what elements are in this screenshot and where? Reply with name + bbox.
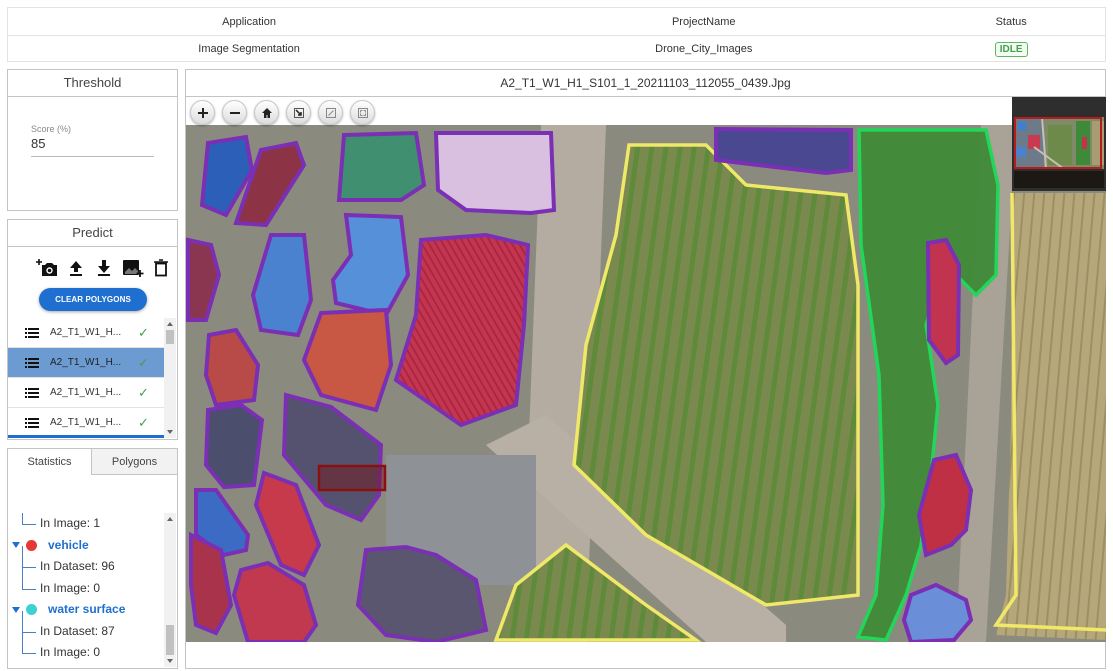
building-polygon[interactable] (925, 237, 962, 366)
check-icon: ✓ (138, 384, 149, 400)
check-icon: ✓ (138, 414, 149, 430)
file-name: A2_T1_W1_H... (50, 357, 122, 368)
image-viewer-panel: A2_T1_W1_H1_S101_1_20211103_112055_0439.… (185, 69, 1106, 669)
tab-polygons[interactable]: Polygons (92, 449, 177, 475)
add-image-icon[interactable] (122, 257, 144, 279)
stat-value-row: In Image: 0 (8, 632, 164, 664)
list-icon (25, 387, 39, 398)
predict-panel: Predict CLEAR POLYGONS A2_T1_W1_H... ✓ A2_… (7, 219, 178, 440)
file-name: A2_T1_W1_H... (50, 417, 122, 428)
zoom-out-icon[interactable] (222, 100, 247, 125)
category-color-dot (26, 539, 37, 551)
clear-polygons-button[interactable]: CLEAR POLYGONS (39, 288, 147, 311)
scroll-up-arrow[interactable] (167, 322, 173, 326)
delete-icon[interactable] (150, 257, 172, 279)
aerial-image (186, 125, 1106, 642)
category-color-dot (26, 604, 37, 616)
column-header-status: Status (995, 15, 1027, 28)
selected-object-box[interactable] (317, 464, 387, 492)
scrollbar-thumb[interactable] (166, 330, 174, 344)
add-photo-icon[interactable] (36, 257, 58, 279)
column-header-project-name: ProjectName (671, 15, 736, 28)
list-icon (25, 357, 39, 368)
score-label: Score (%) (31, 124, 72, 134)
file-list-scrollbar[interactable] (164, 318, 176, 438)
scrollbar-thumb[interactable] (166, 625, 174, 655)
navigator-minimap[interactable] (1012, 97, 1106, 191)
stat-value-row: In Image: 0 (8, 567, 164, 600)
scroll-down-arrow[interactable] (167, 659, 173, 663)
file-name: A2_T1_W1_H... (50, 387, 122, 398)
viewer-navigation (190, 100, 375, 125)
table-header-row: Application ProjectName Status (8, 8, 1105, 35)
stats-tabs: Statistics Polygons (8, 449, 177, 475)
download-icon[interactable] (93, 257, 115, 279)
stat-value-row: In Dataset: 87 (8, 610, 164, 643)
scroll-up-arrow[interactable] (167, 517, 173, 521)
stat-category-row[interactable]: water surface (8, 599, 164, 621)
predict-title: Predict (8, 220, 177, 247)
project-name-value: Drone_City_Images (655, 43, 753, 55)
segmentation-canvas[interactable] (186, 125, 1106, 642)
statistics-panel: Statistics Polygons In Image: 1 vehicle In… (7, 448, 178, 669)
file-list-item[interactable]: A2_T1_W1_H... ✓ (8, 378, 164, 408)
check-icon: ✓ (138, 354, 149, 370)
score-input-underline (31, 156, 154, 157)
stat-value-row: In Image: 1 (8, 513, 164, 535)
category-label: vehicle (48, 537, 89, 552)
column-header-application: Application (222, 15, 276, 28)
stats-scrollbar[interactable] (164, 513, 176, 667)
file-list-item[interactable]: A2_T1_W1_H... ✓ (8, 348, 164, 378)
stat-category-row[interactable]: vehicle (8, 535, 164, 557)
building-polygon[interactable] (203, 402, 265, 490)
category-label: water surface (48, 602, 126, 616)
fullpage-icon[interactable] (318, 100, 343, 125)
upload-icon[interactable] (65, 257, 87, 279)
building-polygon[interactable] (336, 130, 427, 202)
rotate-icon[interactable] (286, 100, 311, 125)
minimap-background (1014, 171, 1104, 188)
statistics-tree: In Image: 1 vehicle In Dataset: 96 In Image… (8, 513, 164, 667)
application-value: Image Segmentation (198, 43, 300, 55)
predict-toolbar (8, 257, 179, 279)
check-icon: ✓ (138, 324, 149, 340)
threshold-title: Threshold (8, 70, 177, 97)
image-file-list: A2_T1_W1_H... ✓ A2_T1_W1_H... ✓ A2_T1_W1_H..… (8, 318, 164, 435)
list-icon (25, 417, 39, 428)
stat-value-row: In Dataset: 96 (8, 546, 164, 578)
tab-statistics[interactable]: Statistics (8, 449, 93, 475)
expand-caret-icon[interactable] (12, 606, 20, 613)
status-cell: IDLE (917, 41, 1105, 57)
project-info-table: Application ProjectName Status Image Seg… (7, 7, 1106, 62)
expand-caret-icon[interactable] (12, 542, 20, 549)
file-list-item[interactable]: A2_T1_W1_H... ✓ (8, 408, 164, 435)
zoom-in-icon[interactable] (190, 100, 215, 125)
file-name: A2_T1_W1_H... (50, 327, 122, 338)
table-row: Image Segmentation Drone_City_Images IDL… (8, 35, 1105, 62)
score-input[interactable]: 85 (31, 136, 45, 151)
scroll-down-arrow[interactable] (167, 430, 173, 434)
minimap-viewport[interactable] (1014, 117, 1102, 169)
file-list-item[interactable]: A2_T1_W1_H... ✓ (8, 318, 164, 348)
list-progress-bar (8, 435, 164, 438)
home-icon[interactable] (254, 100, 279, 125)
fit-icon[interactable] (350, 100, 375, 125)
status-badge: IDLE (994, 41, 1028, 57)
threshold-panel: Threshold Score (%) 85 (7, 69, 178, 211)
image-filename: A2_T1_W1_H1_S101_1_20211103_112055_0439.… (186, 70, 1105, 97)
building-polygon[interactable] (433, 131, 557, 216)
list-icon (25, 327, 39, 338)
